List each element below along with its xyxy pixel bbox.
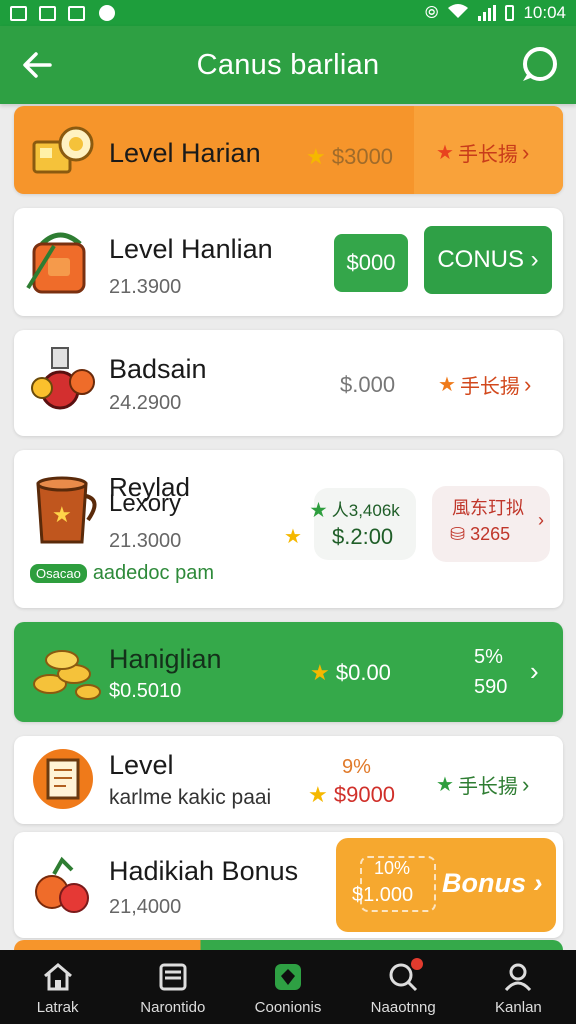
bonus-price: $1.000 [352,884,414,906]
bonus-percent: 9% [342,756,371,778]
bonus-button[interactable]: 10% $1.000 Bonus › [336,838,556,932]
chat-icon[interactable] [518,44,560,86]
home-icon [43,963,72,991]
level-card-3[interactable]: Badsain 24.2900 $.000 ★ 手长揚 › [14,330,563,436]
level-name: Level Hanlian [109,234,273,264]
level-card-4[interactable]: ★ Reylad Lexory 21.3000 Osacao aadedoc p… [14,450,563,608]
nav-profile[interactable]: Kanlan [461,950,576,1024]
star-icon: ★ [438,374,456,396]
chevron-right-icon: › [533,868,543,898]
price-top: ★ 人3,406k [310,501,400,520]
coins-icon [33,650,101,700]
level-value: 21.3000 [109,530,182,552]
active-tab-icon [275,964,301,990]
nav-records[interactable]: Narontido [115,950,230,1024]
chevron-right-icon: › [538,510,544,530]
circle-notification-icon [99,5,115,21]
bottom-navigation: Latrak Narontido Coonionis Naaotnng Kanl… [0,950,576,1024]
level-price: ★ $3000 [306,144,394,169]
star-icon: ★ [436,142,454,164]
nav-label: Coonionis [254,999,322,1016]
level-value: 21,4000 [109,896,182,918]
bonus-percent: 10% [374,858,411,878]
level-desc: karlme kakic paai [109,786,272,809]
signal-icon [478,5,497,21]
level-name: Level Harian [109,138,261,168]
tag-text: aadedoc pam [92,562,215,584]
price-pill[interactable]: $000 [334,234,408,292]
list-card-icon [159,963,187,991]
profile-icon [505,963,532,992]
chevron-right-icon: › [521,771,530,797]
level-price: ★ $9000 [308,782,396,807]
potion-bottles-icon [31,347,95,410]
bonus-value: 590 [474,676,508,698]
chevron-right-icon: › [530,246,539,273]
nav-home[interactable]: Latrak [0,950,115,1024]
level-name: Hadikiah Bonus [109,856,299,886]
back-arrow-icon[interactable] [20,48,54,82]
nav-active[interactable]: Coonionis [230,950,345,1024]
status-time: 10:04 [523,3,566,22]
svg-text:★: ★ [52,503,72,528]
star-icon: ★ [310,660,330,685]
level-value: $0.5010 [109,680,182,702]
claim-box[interactable]: 風东玎拟 ⛁ 3265 › [432,486,550,562]
treasure-box-icon [32,126,94,174]
level-card-2[interactable]: Level Hanlian 21.3900 $000 CONUS › [14,208,563,316]
star-icon: ★ [308,782,328,807]
level-name: Level [109,750,174,780]
app-notification-icon [68,5,85,21]
app-bar: Canus barlian [0,26,576,104]
bonus-label: Bonus › [442,868,543,898]
nav-label: Kanlan [495,999,542,1016]
claim-action[interactable]: ★ 手长揚 › [436,770,529,799]
star-icon: ★ [284,526,302,548]
document-icon [33,749,93,809]
level-name: Badsain [109,354,207,384]
wifi-icon [447,3,469,24]
chevron-right-icon[interactable]: › [530,656,539,687]
claim-action[interactable]: ★ 手长揚 › [436,138,529,167]
level-value: 21.3900 [109,276,182,298]
fruits-icon [35,856,89,913]
claim-action[interactable]: ★ 手长揚 › [438,370,531,399]
level-card-1[interactable]: Level Harian ★ $3000 ★ 手长揚 › [14,106,563,194]
battery-icon [505,5,515,21]
image-notification-icon [10,5,27,21]
nav-label: Naaotnng [370,999,436,1016]
level-card-5[interactable]: Haniglian $0.5010 ★ $0.00 5% 590 › [14,622,563,722]
level-price: ★ $0.00 [310,660,391,685]
tag-badge: Osacao [30,564,87,583]
star-icon: ★ [306,144,326,169]
vibrate-icon: ⦾ [424,3,439,22]
mug-icon: ★ [36,476,97,544]
price-box: ★ 人3,406k $.2:00 [310,488,416,560]
level-card-6[interactable]: Level karlme kakic paai 9% ★ $9000 ★ 手长揚 › [14,736,563,824]
nav-label: Latrak [36,999,79,1016]
page-title: Canus barlian [196,48,380,81]
level-value: 24.2900 [109,392,182,414]
level-card-7[interactable]: Hadikiah Bonus 21,4000 10% $1.000 Bonus … [14,832,563,938]
chevron-right-icon: › [523,371,532,397]
bonus-percent: 5% [474,646,503,668]
action-top: 風东玎拟 [452,498,524,518]
nav-label: Narontido [140,999,206,1016]
nav-search[interactable]: Naaotnng [346,950,461,1024]
level-price: $.000 [340,372,396,397]
level-name: Haniglian [109,644,222,674]
status-bar: ⦾ 10:04 [0,0,576,26]
conus-button[interactable]: CONUS › [424,226,552,294]
level-price: $.2:00 [332,524,394,549]
tag-row: Osacao aadedoc pam [30,562,214,585]
star-icon: ★ [436,774,454,796]
notification-badge [410,958,423,970]
level-name-overlay: Lexory [109,490,182,517]
chevron-right-icon: › [521,139,530,165]
backpack-icon [26,232,86,294]
photo-notification-icon [39,5,56,21]
action-value: ⛁ 3265 [450,524,511,544]
